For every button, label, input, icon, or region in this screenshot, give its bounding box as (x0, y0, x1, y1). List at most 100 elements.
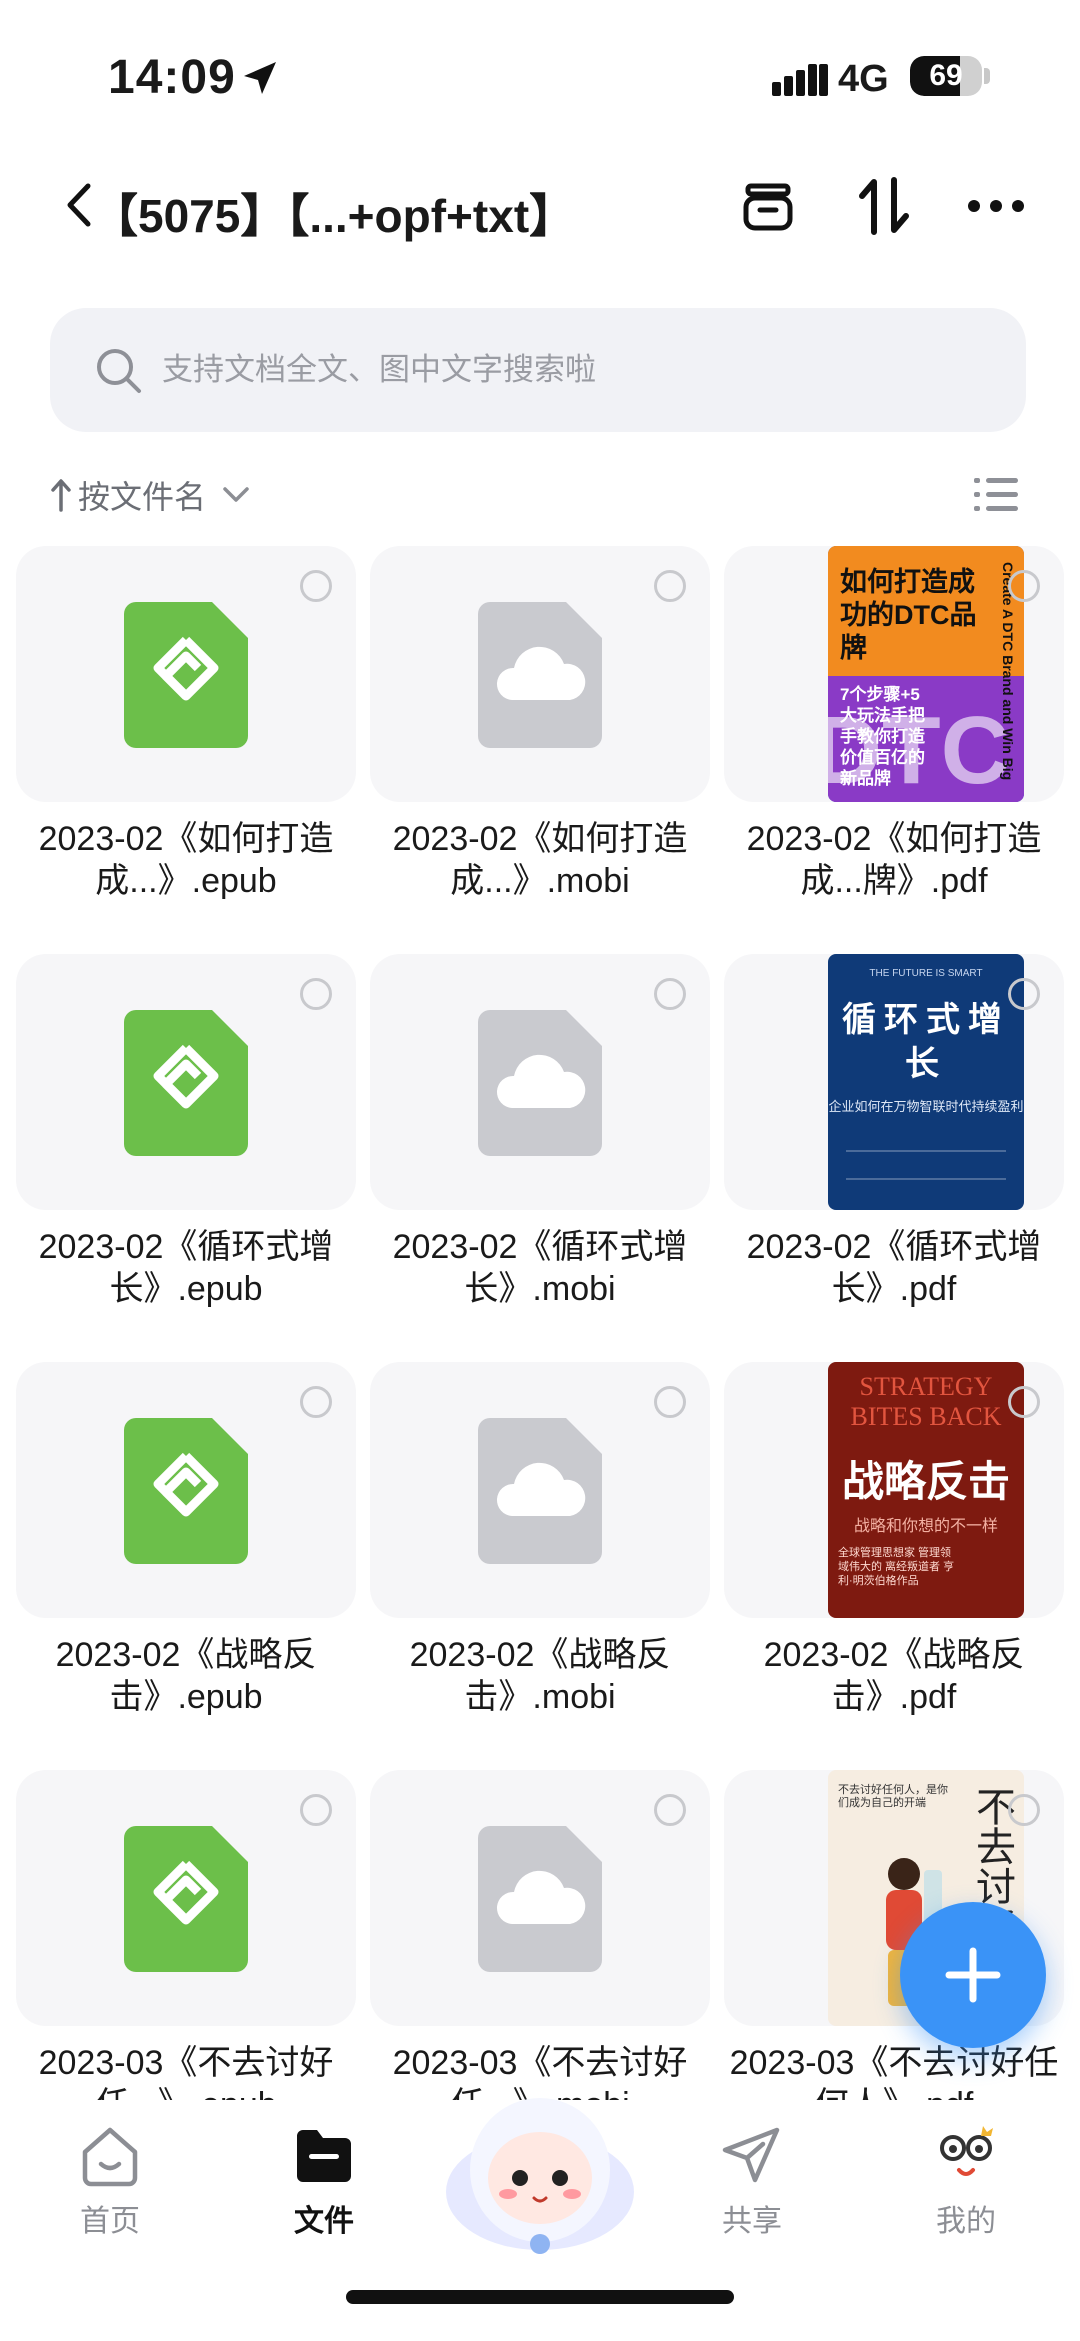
epub-file-icon (124, 1010, 248, 1156)
network-type: 4G (838, 58, 889, 100)
file-item[interactable]: 2023-02《循环式增长》.mobi (370, 954, 710, 1354)
sort-ascending-arrow-icon (51, 479, 71, 512)
home-indicator (346, 2290, 734, 2304)
tab-share[interactable]: 共享 (672, 2122, 832, 2262)
search-icon (97, 349, 141, 393)
tab-home-label: 首页 (80, 2205, 140, 2238)
select-checkbox[interactable] (300, 978, 332, 1010)
home-icon (82, 2127, 138, 2187)
book-cover: THE FUTURE IS SMART 循环式增长 企业如何在万物智联时代持续盈… (828, 954, 1024, 1210)
battery-nub (984, 68, 990, 84)
chevron-down-icon (223, 487, 249, 502)
file-item[interactable]: THE FUTURE IS SMART 循环式增长 企业如何在万物智联时代持续盈… (724, 954, 1064, 1354)
file-thumbnail (370, 546, 710, 802)
file-name: 2023-02《如何打造成...牌》.pdf (746, 820, 1042, 900)
archive-box-icon[interactable] (740, 178, 796, 234)
plus-icon (945, 1947, 1001, 2003)
select-checkbox[interactable] (1008, 570, 1040, 602)
file-thumbnail: STRATEGY BITES BACK 战略反击 战略和你想的不一样 全球管理思… (724, 1362, 1064, 1618)
select-checkbox[interactable] (300, 570, 332, 602)
cover-subtitle: 7个步骤+5大玩法手把手教你打造价值百亿的新品牌 (840, 685, 925, 788)
sort-dropdown[interactable]: 按文件名 (50, 470, 250, 520)
tab-files[interactable]: 文件 (244, 2122, 404, 2262)
file-name: 2023-02《战略反击》.pdf (763, 1636, 1025, 1716)
select-checkbox[interactable] (300, 1386, 332, 1418)
file-thumbnail (370, 1770, 710, 2026)
select-checkbox[interactable] (654, 1794, 686, 1826)
search-bar[interactable] (50, 308, 1026, 432)
file-item[interactable]: 2023-02《循环式增长》.epub (16, 954, 356, 1354)
cover-title: 循环式增长 (842, 1001, 1010, 1083)
select-checkbox[interactable] (654, 570, 686, 602)
file-item[interactable]: 2023-02《战略反击》.epub (16, 1362, 356, 1762)
battery-icon: 69 (910, 56, 982, 96)
file-item[interactable]: STRATEGY BITES BACK 战略反击 战略和你想的不一样 全球管理思… (724, 1362, 1064, 1762)
bottom-tab-bar: 首页 文件 共享 我的 (0, 2098, 1080, 2341)
file-thumbnail (16, 1362, 356, 1618)
book-cover: STRATEGY BITES BACK 战略反击 战略和你想的不一样 全球管理思… (828, 1362, 1024, 1618)
nav-header: 【5075】【...+opf+txt】 (0, 160, 1080, 250)
file-name: 2023-02《如何打造成...》.mobi (392, 820, 688, 900)
sort-order-icon[interactable] (856, 176, 912, 236)
file-item[interactable]: 2023-02《如何打造成...》.mobi (370, 546, 710, 946)
select-checkbox[interactable] (1008, 978, 1040, 1010)
select-checkbox[interactable] (654, 1386, 686, 1418)
file-thumbnail: DTC 如何打造成功的DTC品牌 7个步骤+5大玩法手把手教你打造价值百亿的新品… (724, 546, 1064, 802)
search-input[interactable] (162, 344, 982, 396)
cover-english-title: STRATEGY BITES BACK (850, 1372, 1002, 1431)
cover-subtitle: 战略和你想的不一样 (853, 1518, 998, 1535)
status-bar: 14:09 4G 69 (0, 0, 1080, 150)
file-name: 2023-02《战略反击》.epub (55, 1636, 317, 1716)
cover-subtitle: 企业如何在万物智联时代持续盈利 (828, 1099, 1024, 1114)
file-name: 2023-02《如何打造成...》.epub (38, 820, 334, 900)
epub-file-icon (124, 602, 248, 748)
tab-files-label: 文件 (294, 2205, 354, 2238)
cover-decoration (846, 1150, 1006, 1180)
file-thumbnail (370, 954, 710, 1210)
file-thumbnail (370, 1362, 710, 1618)
cloud-file-icon (478, 1010, 602, 1156)
book-cover: DTC 如何打造成功的DTC品牌 7个步骤+5大玩法手把手教你打造价值百亿的新品… (828, 546, 1024, 802)
cloud-file-icon (478, 1826, 602, 1972)
assistant-avatar-icon[interactable] (440, 2074, 640, 2264)
cover-title: 如何打造成功的DTC品牌 (840, 567, 977, 663)
page-title: 【5075】【...+opf+txt】 (92, 190, 576, 242)
epub-file-icon (124, 1418, 248, 1564)
select-checkbox[interactable] (654, 978, 686, 1010)
tab-profile-label: 我的 (936, 2205, 996, 2238)
cloud-file-icon (478, 1418, 602, 1564)
cloud-file-icon (478, 602, 602, 748)
file-name: 2023-02《循环式增长》.pdf (746, 1228, 1042, 1308)
file-name: 2023-02《循环式增长》.mobi (392, 1228, 688, 1308)
file-item[interactable]: DTC 如何打造成功的DTC品牌 7个步骤+5大玩法手把手教你打造价值百亿的新品… (724, 546, 1064, 946)
cellular-signal-icon (772, 64, 828, 96)
file-thumbnail (16, 954, 356, 1210)
status-time: 14:09 (108, 51, 236, 104)
select-checkbox[interactable] (1008, 1794, 1040, 1826)
file-thumbnail (16, 546, 356, 802)
folder-icon (297, 2130, 351, 2182)
more-options-icon[interactable] (966, 178, 1026, 234)
file-browser-screen: 14:09 4G 69 【5075】【...+opf+txt】 支持文档全文、图… (0, 0, 1080, 2341)
profile-icon (940, 2126, 993, 2176)
select-checkbox[interactable] (1008, 1386, 1040, 1418)
file-thumbnail (16, 1770, 356, 2026)
select-checkbox[interactable] (300, 1794, 332, 1826)
location-arrow-icon (244, 62, 276, 94)
sort-label: 按文件名 (78, 479, 207, 515)
battery-percent: 69 (929, 59, 963, 92)
share-icon (722, 2127, 780, 2183)
epub-file-icon (124, 1826, 248, 1972)
file-name: 2023-02《战略反击》.mobi (409, 1636, 671, 1716)
file-thumbnail: THE FUTURE IS SMART 循环式增长 企业如何在万物智联时代持续盈… (724, 954, 1064, 1210)
cover-note: 全球管理思想家 管理领域伟大的 离经叛道者 亨利·明茨伯格作品 (838, 1547, 955, 1587)
tab-profile[interactable]: 我的 (886, 2122, 1046, 2262)
tab-share-label: 共享 (722, 2205, 782, 2238)
list-view-icon[interactable] (974, 476, 1018, 514)
cover-tagline: THE FUTURE IS SMART (869, 968, 983, 979)
tab-home[interactable]: 首页 (30, 2122, 190, 2262)
add-button[interactable] (900, 1902, 1046, 2048)
file-item[interactable]: 2023-02《如何打造成...》.epub (16, 546, 356, 946)
cover-note: 不去讨好任何人，是你们成为自己的开端 (838, 1784, 948, 1809)
file-item[interactable]: 2023-02《战略反击》.mobi (370, 1362, 710, 1762)
